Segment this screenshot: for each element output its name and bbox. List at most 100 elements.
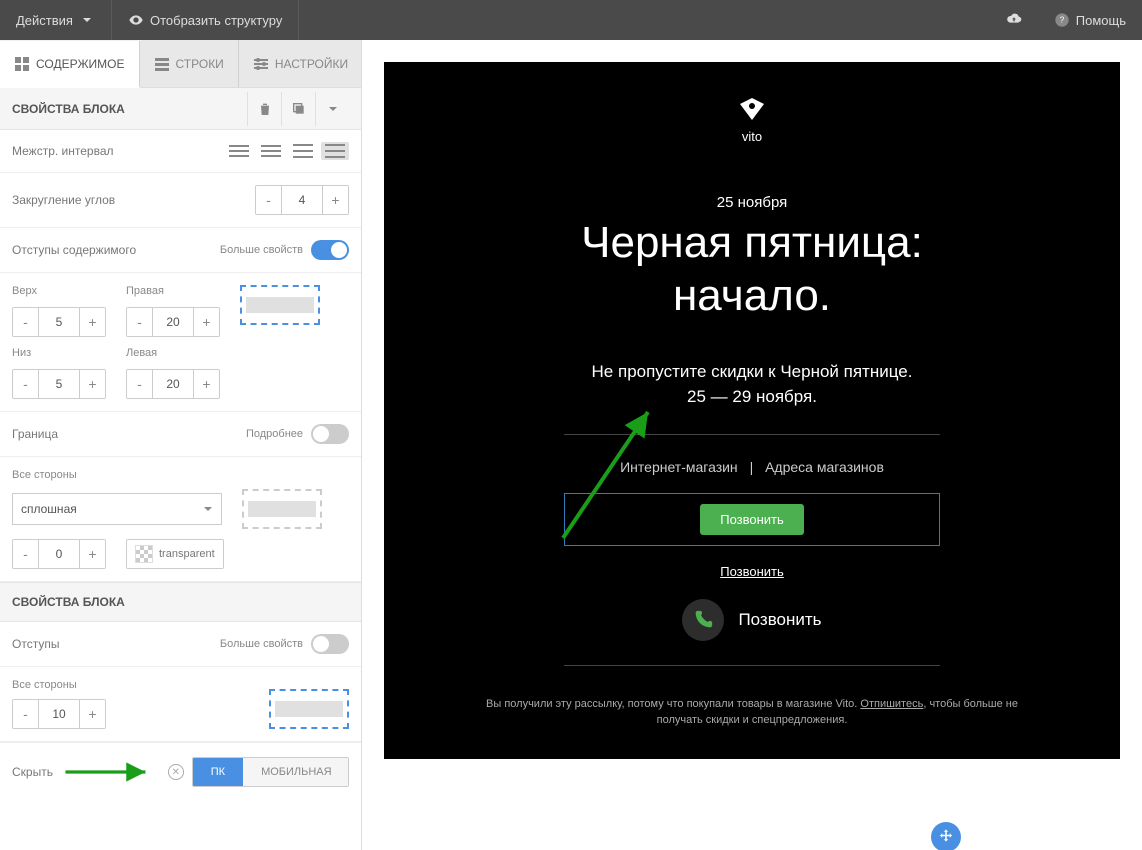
brand-logo: vito [384, 62, 1120, 144]
line-height-label: Межстр. интервал [12, 144, 225, 158]
delete-block-button[interactable] [247, 92, 281, 126]
call-icon-row: Позвонить [384, 599, 1120, 641]
all-sides-label-2: Все стороны [12, 679, 106, 691]
divider-2 [564, 665, 940, 666]
call-button[interactable]: Позвонить [700, 504, 804, 535]
duplicate-block-button[interactable] [281, 92, 315, 126]
content-icon [14, 56, 30, 72]
eye-icon [128, 12, 144, 28]
hide-mobile-button[interactable]: МОБИЛЬНАЯ [243, 758, 349, 786]
collapse-button[interactable] [315, 92, 349, 126]
padding-top-stepper[interactable]: -+ [12, 307, 106, 337]
margin-stepper[interactable]: -+ [12, 699, 106, 729]
clear-hide-icon[interactable]: ✕ [168, 764, 184, 780]
padding-left-input[interactable] [153, 370, 193, 398]
call-link[interactable]: Позвонить [384, 564, 1120, 579]
line-height-loose[interactable] [289, 142, 317, 160]
show-structure-label: Отобразить структуру [150, 13, 282, 28]
border-style-select[interactable]: сплошная [12, 493, 222, 525]
tab-rows-label: СТРОКИ [176, 57, 224, 71]
hide-device-segment: ПК ПК МОБИЛЬНАЯ [192, 757, 349, 787]
line-height-tight[interactable] [225, 142, 253, 160]
tab-content[interactable]: СОДЕРЖИМОЕ [0, 41, 140, 88]
margin-label: Отступы [12, 637, 220, 651]
padding-right-stepper[interactable]: -+ [126, 307, 220, 337]
help-icon: ? [1054, 12, 1070, 28]
padding-left-stepper[interactable]: -+ [126, 369, 220, 399]
content-padding-row: Отступы содержимого Больше свойств [0, 228, 361, 273]
email-footer: Вы получили эту рассылку, потому что пок… [384, 696, 1120, 729]
settings-icon [253, 56, 269, 72]
bottom-label: Низ [12, 347, 106, 359]
help-button[interactable]: ? Помощь [1038, 0, 1142, 40]
top-bar: Действия Отобразить структуру ? Помощь [0, 0, 1142, 40]
margin-row: Отступы Больше свойств [0, 622, 361, 667]
left-label: Левая [126, 347, 220, 359]
vito-logo-icon [740, 98, 764, 120]
block-props-header: СВОЙСТВА БЛОКА [0, 88, 361, 130]
line-height-normal[interactable] [257, 142, 285, 160]
link-shop[interactable]: Интернет-магазин [616, 459, 742, 475]
divider [564, 434, 940, 435]
more-props-label: Больше свойств [220, 244, 303, 256]
link-stores[interactable]: Адреса магазинов [761, 459, 888, 475]
all-sides-label: Все стороны [12, 469, 349, 481]
cloud-upload-button[interactable] [990, 0, 1038, 40]
email-subtext: Не пропустите скидки к Черной пятнице. 2… [384, 359, 1120, 410]
footer-links: Интернет-магазин | Адреса магазинов [384, 459, 1120, 475]
border-radius-row: Закругление углов - + [0, 173, 361, 228]
email-date: 25 ноября [384, 194, 1120, 211]
right-label: Правая [126, 285, 220, 297]
move-handle[interactable] [931, 822, 961, 850]
padding-bottom-stepper[interactable]: -+ [12, 369, 106, 399]
actions-label: Действия [16, 13, 73, 28]
tab-settings[interactable]: НАСТРОЙКИ [239, 40, 362, 87]
actions-dropdown[interactable]: Действия [0, 0, 112, 40]
margin-more-toggle[interactable] [311, 634, 349, 654]
border-radius-input[interactable] [282, 186, 322, 214]
hide-pc-button[interactable]: ПК [193, 758, 243, 786]
border-width-stepper[interactable]: -+ [12, 539, 106, 569]
padding-preview [240, 285, 320, 325]
border-radius-stepper[interactable]: - + [255, 185, 349, 215]
email-body[interactable]: vito 25 ноября Черная пятница: начало. Н… [384, 62, 1120, 759]
margin-input[interactable] [39, 700, 79, 728]
line-height-looser[interactable] [321, 142, 349, 160]
block-props-header-2: СВОЙСТВА БЛОКА [0, 582, 361, 622]
padding-top-input[interactable] [39, 308, 79, 336]
padding-group: Верх -+ Низ -+ Правая -+ Левая -+ [0, 273, 361, 412]
email-canvas[interactable]: vito 25 ноября Черная пятница: начало. Н… [362, 40, 1142, 850]
border-label: Граница [12, 427, 246, 441]
svg-text:?: ? [1060, 16, 1065, 25]
border-radius-label: Закругление углов [12, 193, 255, 207]
call-text: Позвонить [738, 610, 821, 630]
show-structure-button[interactable]: Отобразить структуру [112, 0, 299, 40]
tab-rows[interactable]: СТРОКИ [140, 40, 239, 87]
increment-button[interactable]: + [322, 186, 348, 214]
border-details-toggle[interactable] [311, 424, 349, 444]
border-color-picker[interactable]: transparent [126, 539, 224, 569]
phone-icon [682, 599, 724, 641]
top-label: Верх [12, 285, 106, 297]
cloud-icon [1006, 12, 1022, 28]
tab-content-label: СОДЕРЖИМОЕ [36, 57, 125, 71]
hide-row: Скрыть ✕ ПК ПК МОБИЛЬНАЯ [0, 742, 361, 801]
hero-heading: Черная пятница: начало. [384, 217, 1120, 323]
border-preview [242, 489, 322, 529]
decrement-button[interactable]: - [256, 186, 282, 214]
more-props-toggle[interactable] [311, 240, 349, 260]
tab-settings-label: НАСТРОЙКИ [275, 57, 348, 71]
padding-bottom-input[interactable] [39, 370, 79, 398]
help-label: Помощь [1076, 13, 1126, 28]
brand-name: vito [384, 129, 1120, 144]
unsubscribe-link[interactable]: Отпишитесь [860, 698, 923, 710]
chevron-down-icon [79, 12, 95, 28]
selected-button-block[interactable]: Позвонить [564, 493, 940, 546]
properties-panel: СОДЕРЖИМОЕ СТРОКИ НАСТРОЙКИ СВОЙСТВА БЛО… [0, 40, 362, 850]
block-props-title: СВОЙСТВА БЛОКА [12, 102, 125, 116]
padding-right-input[interactable] [153, 308, 193, 336]
line-height-row: Межстр. интервал [0, 130, 361, 173]
rows-icon [154, 56, 170, 72]
hide-label: Скрыть [12, 765, 53, 779]
border-width-input[interactable] [39, 540, 79, 568]
